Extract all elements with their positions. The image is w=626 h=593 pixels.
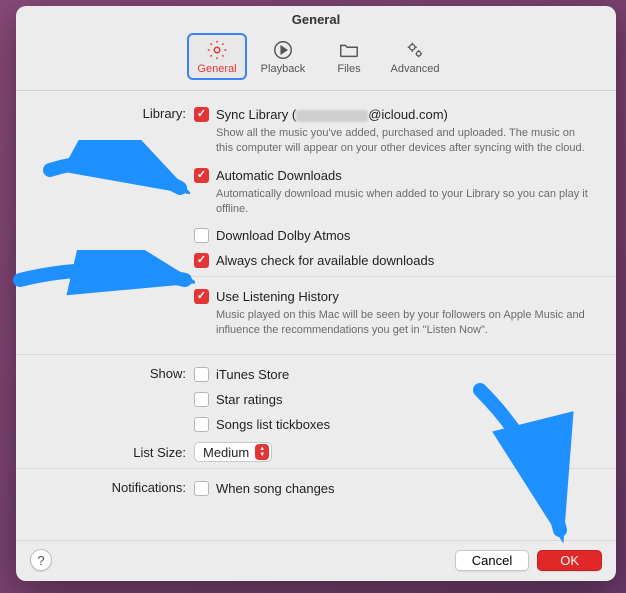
chevron-updown-icon: ▲▼ bbox=[255, 444, 269, 460]
tab-label: Playback bbox=[261, 63, 306, 75]
play-icon bbox=[272, 39, 294, 61]
available-downloads-checkbox[interactable] bbox=[194, 253, 209, 268]
tab-advanced[interactable]: Advanced bbox=[385, 33, 445, 80]
divider bbox=[16, 276, 616, 277]
help-button[interactable]: ? bbox=[30, 549, 52, 571]
gear-icon bbox=[206, 39, 228, 61]
tab-label: Advanced bbox=[391, 63, 440, 75]
automatic-downloads-desc: Automatically download music when added … bbox=[216, 187, 588, 217]
list-size-select[interactable]: Medium ▲▼ bbox=[194, 442, 272, 462]
tab-playback[interactable]: Playback bbox=[253, 33, 313, 80]
tab-label: General bbox=[197, 63, 236, 75]
divider bbox=[16, 354, 616, 355]
available-downloads-label: Always check for available downloads bbox=[216, 253, 434, 268]
tickboxes-checkbox[interactable] bbox=[194, 417, 209, 432]
tab-files[interactable]: Files bbox=[319, 33, 379, 80]
window-title: General bbox=[16, 6, 616, 31]
tab-label: Files bbox=[337, 63, 360, 75]
tickboxes-label: Songs list tickboxes bbox=[216, 417, 330, 432]
dolby-atmos-label: Download Dolby Atmos bbox=[216, 228, 350, 243]
song-changes-label: When song changes bbox=[216, 481, 335, 496]
list-size-label: List Size: bbox=[44, 444, 194, 460]
automatic-downloads-label: Automatic Downloads bbox=[216, 168, 342, 183]
tab-general[interactable]: General bbox=[187, 33, 247, 80]
notifications-label: Notifications: bbox=[44, 479, 194, 495]
gears-icon bbox=[404, 39, 426, 61]
ok-button[interactable]: OK bbox=[537, 550, 602, 571]
listening-history-desc: Music played on this Mac will be seen by… bbox=[216, 308, 588, 338]
song-changes-checkbox[interactable] bbox=[194, 481, 209, 496]
dolby-atmos-checkbox[interactable] bbox=[194, 228, 209, 243]
sync-library-label: Sync Library (@icloud.com) bbox=[216, 107, 448, 122]
listening-history-checkbox[interactable] bbox=[194, 289, 209, 304]
star-ratings-checkbox[interactable] bbox=[194, 392, 209, 407]
show-label: Show: bbox=[44, 365, 194, 381]
folder-icon bbox=[338, 39, 360, 61]
toolbar: General Playback Files Advanced bbox=[16, 31, 616, 91]
cancel-button[interactable]: Cancel bbox=[455, 550, 529, 571]
list-size-value: Medium bbox=[203, 445, 249, 460]
content-area: Library: Sync Library (@icloud.com) Show… bbox=[16, 91, 616, 540]
listening-history-label: Use Listening History bbox=[216, 289, 339, 304]
star-ratings-label: Star ratings bbox=[216, 392, 282, 407]
library-label: Library: bbox=[44, 105, 194, 121]
divider bbox=[16, 468, 616, 469]
footer: ? Cancel OK bbox=[16, 540, 616, 581]
preferences-window: General General Playback Files Advanced bbox=[16, 6, 616, 581]
redacted-email bbox=[296, 110, 368, 122]
itunes-store-checkbox[interactable] bbox=[194, 367, 209, 382]
itunes-store-label: iTunes Store bbox=[216, 367, 289, 382]
sync-library-checkbox[interactable] bbox=[194, 107, 209, 122]
sync-library-desc: Show all the music you've added, purchas… bbox=[216, 126, 588, 156]
automatic-downloads-checkbox[interactable] bbox=[194, 168, 209, 183]
